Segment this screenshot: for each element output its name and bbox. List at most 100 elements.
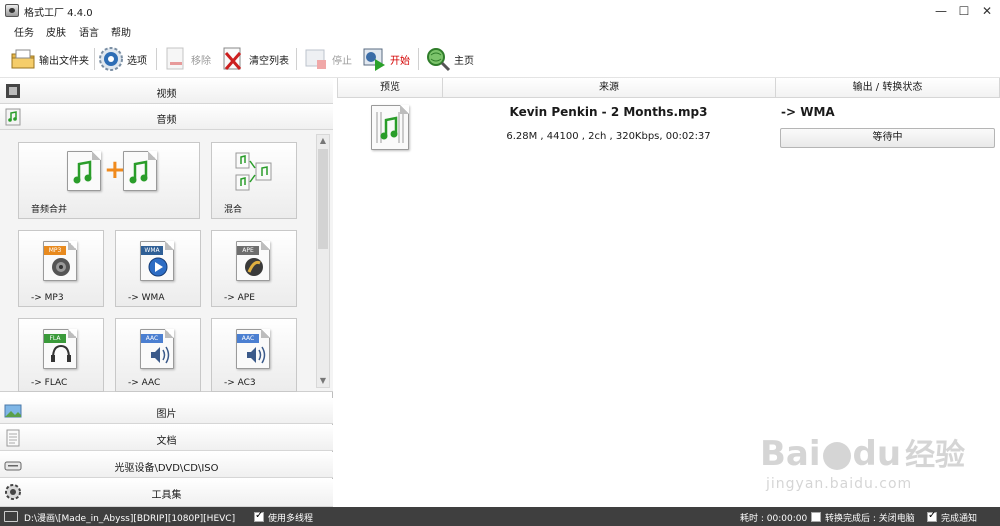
tile-mix-label: 混合 [224, 205, 243, 215]
scroll-up-icon[interactable]: ▲ [317, 135, 329, 147]
category-video-label: 视频 [156, 89, 177, 100]
minimize-button[interactable]: — [930, 1, 952, 21]
close-button[interactable]: ✕ [976, 1, 998, 21]
category-audio-label: 音频 [156, 115, 177, 126]
start-button[interactable]: 开始 [361, 44, 410, 74]
stop-icon [303, 46, 329, 72]
folder-icon [10, 46, 36, 72]
gear-icon [98, 46, 124, 72]
flac-file-icon: FLA [43, 329, 77, 369]
globe-search-icon [425, 46, 451, 72]
toolbar-divider [296, 48, 297, 70]
mix-icon [234, 151, 274, 193]
app-logo-icon [5, 4, 19, 17]
output-folder-label: 输出文件夹 [39, 55, 89, 67]
tile-to-aac[interactable]: AAC -> AAC [115, 318, 201, 392]
tile-to-mp3-label: -> MP3 [31, 293, 64, 303]
column-source[interactable]: 来源 [442, 78, 776, 98]
options-label: 选项 [127, 55, 147, 67]
toolbar-divider [156, 48, 157, 70]
audio-file-preview-icon [371, 105, 409, 150]
function-sidebar: 视频 音频 + 音频合并 混合 MP3 -> MP3 WMA -> WMA AP… [0, 78, 333, 507]
category-picture-label: 图片 [156, 409, 177, 420]
menu-bar: 任务 皮肤 语言 帮助 [0, 22, 1000, 40]
tile-audio-join[interactable]: + 音频合并 [18, 142, 200, 219]
output-folder-button[interactable]: 输出文件夹 [10, 44, 89, 74]
menu-help[interactable]: 帮助 [111, 24, 131, 39]
home-button[interactable]: 主页 [425, 44, 474, 74]
after-convert-label: 转换完成后 : 关闭电脑 [825, 514, 915, 524]
toolbar: 输出文件夹 选项 移除 清空列表 停止 开始 主页 [0, 40, 1000, 78]
remove-file-icon [162, 46, 188, 72]
output-path: D:\漫画\[Made_in_Abyss][BDRIP][1080P][HEVC… [24, 514, 236, 524]
category-optical-drive-label: 光驱设备\DVD\CD\ISO [114, 463, 219, 474]
category-toolbox-label: 工具集 [151, 490, 182, 501]
toolbar-divider [94, 48, 95, 70]
baidu-watermark: Bai du 经验 jingyan.baidu.com [760, 430, 965, 500]
clear-list-label: 清空列表 [249, 55, 289, 67]
stop-label: 停止 [332, 55, 352, 67]
multithread-checkbox[interactable] [254, 510, 264, 522]
notify-checkbox[interactable] [927, 510, 937, 522]
audio-file-icon [67, 151, 101, 191]
category-audio[interactable]: 音频 [0, 104, 333, 130]
tile-to-ape[interactable]: APE -> APE [211, 230, 297, 307]
tile-to-aac-label: -> AAC [128, 378, 161, 388]
tile-to-flac-label: -> FLAC [31, 378, 68, 388]
task-list: 预览 来源 输出 / 转换状态 Kevin Penkin - 2 Months.… [337, 78, 1000, 507]
menu-language[interactable]: 语言 [79, 24, 99, 39]
remove-button[interactable]: 移除 [162, 44, 211, 74]
watermark-cn: 经验 [905, 438, 966, 473]
tile-audio-join-label: 音频合并 [31, 205, 68, 215]
tile-to-ac3-label: -> AC3 [224, 378, 256, 388]
category-video[interactable]: 视频 [0, 78, 333, 104]
category-toolbox[interactable]: 工具集 [0, 479, 333, 507]
tile-to-wma[interactable]: WMA -> WMA [115, 230, 201, 307]
window-title: 格式工厂 4.4.0 [24, 8, 93, 19]
after-convert-checkbox[interactable] [811, 512, 821, 522]
tile-to-flac[interactable]: FLA -> FLAC [18, 318, 104, 392]
source-file-info: 6.28M , 44100 , 2ch , 320Kbps, 00:02:37 [506, 131, 711, 142]
watermark-brand: Bai [760, 434, 821, 474]
category-document[interactable]: 文档 [0, 425, 333, 451]
wma-file-icon: WMA [140, 241, 174, 281]
start-label: 开始 [390, 55, 410, 67]
category-document-label: 文档 [156, 436, 177, 447]
audio-file-icon [123, 151, 157, 191]
folder-icon[interactable] [4, 511, 18, 522]
home-label: 主页 [454, 55, 474, 67]
source-file-name: Kevin Penkin - 2 Months.mp3 [509, 105, 708, 119]
toolbar-divider [418, 48, 419, 70]
column-preview[interactable]: 预览 [337, 78, 443, 98]
category-optical-drive[interactable]: 光驱设备\DVD\CD\ISO [0, 452, 333, 478]
tile-to-mp3[interactable]: MP3 -> MP3 [18, 230, 104, 307]
grid-scrollbar[interactable]: ▲ ▼ [316, 134, 330, 388]
tile-to-wma-label: -> WMA [128, 293, 165, 303]
options-button[interactable]: 选项 [98, 44, 147, 74]
menu-task[interactable]: 任务 [14, 24, 34, 39]
status-bar: D:\漫画\[Made_in_Abyss][BDRIP][1080P][HEVC… [0, 507, 1000, 526]
mp3-file-icon: MP3 [43, 241, 77, 281]
start-icon [361, 46, 387, 72]
scroll-down-icon[interactable]: ▼ [317, 375, 329, 387]
category-picture[interactable]: 图片 [0, 398, 333, 424]
watermark-brand-2: du [852, 434, 902, 474]
menu-skin[interactable]: 皮肤 [46, 24, 66, 39]
clear-list-button[interactable]: 清空列表 [220, 44, 289, 74]
maximize-button[interactable]: ☐ [953, 1, 975, 21]
column-output-status[interactable]: 输出 / 转换状态 [775, 78, 1000, 98]
multithread-label: 使用多线程 [268, 514, 314, 524]
stop-button[interactable]: 停止 [303, 44, 352, 74]
elapsed-time: 耗时 : 00:00:00 [740, 514, 808, 524]
paw-icon [822, 441, 851, 470]
watermark-url: jingyan.baidu.com [766, 476, 913, 492]
remove-label: 移除 [191, 55, 211, 67]
output-format: -> WMA [781, 105, 835, 119]
ape-file-icon: APE [236, 241, 270, 281]
status-waiting-button[interactable]: 等待中 [780, 128, 995, 148]
scroll-thumb[interactable] [318, 149, 328, 249]
tile-mix[interactable]: 混合 [211, 142, 297, 219]
tile-to-ac3[interactable]: AAC -> AC3 [211, 318, 297, 392]
tile-to-ape-label: -> APE [224, 293, 255, 303]
clear-list-icon [220, 46, 246, 72]
